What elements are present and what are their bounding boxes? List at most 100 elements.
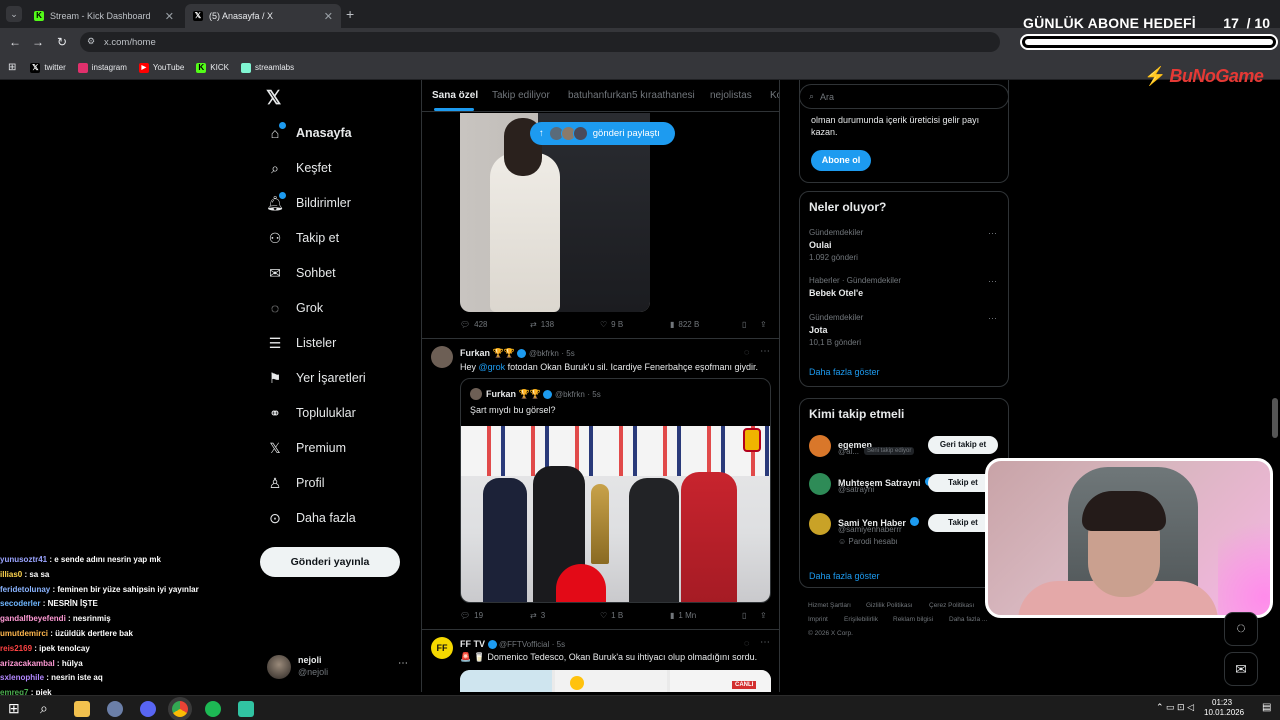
follow-suggestion[interactable]: Muhteşem Satrayni @satrayni Takip et xyxy=(809,473,1001,507)
nav-explore[interactable]: ⌕ Keşfet xyxy=(266,159,331,177)
forward-icon[interactable]: → xyxy=(32,35,44,49)
streamlabs-icon[interactable] xyxy=(238,701,254,717)
footer-link[interactable]: Erişilebilirlik xyxy=(844,616,878,623)
nav-notifications[interactable]: 🔔︎ Bildirimler xyxy=(266,192,351,212)
spotify-icon[interactable] xyxy=(205,701,221,717)
like-button[interactable]: ♡ 1 B xyxy=(600,611,623,620)
grok-floating-button[interactable]: ◌ xyxy=(1224,612,1258,646)
footer-link[interactable]: Imprint xyxy=(808,616,828,623)
bookmark-button[interactable]: ▯ xyxy=(742,320,746,329)
clock-date[interactable]: 10.01.2026 xyxy=(1204,708,1244,717)
footer-link[interactable]: Daha fazla ... xyxy=(949,616,987,623)
post-time[interactable]: · 5s xyxy=(561,349,574,358)
nav-follow[interactable]: ⚇ Takip et xyxy=(266,229,339,247)
footer-link[interactable]: Çerez Politikası xyxy=(929,602,974,609)
tab-list-more[interactable]: Ko xyxy=(770,90,779,101)
reply-button[interactable]: 💬︎ 19 xyxy=(460,611,483,620)
author-name[interactable]: Furkan 🏆🏆 xyxy=(460,348,515,358)
file-explorer-icon[interactable] xyxy=(74,701,90,717)
nav-more[interactable]: ⊙ Daha fazla xyxy=(266,509,356,527)
close-icon[interactable]: ✕ xyxy=(324,10,333,23)
x-logo-icon[interactable]: 𝕏 xyxy=(266,87,281,110)
show-more-follow-link[interactable]: Daha fazla göster xyxy=(809,571,880,581)
back-icon[interactable]: ← xyxy=(9,35,21,49)
messages-floating-button[interactable]: ✉ xyxy=(1224,652,1258,686)
follow-suggestion[interactable]: egemen @al... Seni takip ediyor Geri takip … xyxy=(809,435,1001,469)
reload-icon[interactable]: ↻ xyxy=(57,35,67,49)
tab-list-nejolistas[interactable]: nejolistas xyxy=(710,90,752,101)
close-icon[interactable]: ✕ xyxy=(165,10,174,23)
trend-item[interactable]: Haberler · Gündemdekiler Bebek Otel'e ⋯ xyxy=(809,276,1001,301)
chrome-icon[interactable] xyxy=(172,701,188,717)
nav-grok[interactable]: ◌ Grok xyxy=(266,299,323,317)
post-button[interactable]: Gönderi yayınla xyxy=(260,547,400,577)
mention-link[interactable]: @grok xyxy=(479,362,506,372)
trend-item[interactable]: Gündemdekiler Oulai 1.092 gönderi ⋯ xyxy=(809,228,1001,262)
follow-button[interactable]: Geri takip et xyxy=(928,436,998,454)
nav-profile[interactable]: ♙ Profil xyxy=(266,474,325,492)
subscribe-button[interactable]: Abone ol xyxy=(811,150,871,171)
address-bar[interactable]: ⚙ x.com/home xyxy=(80,32,1000,52)
footer-link[interactable]: Hizmet Şartları xyxy=(808,602,851,609)
clock-time[interactable]: 01:23 xyxy=(1212,698,1232,707)
bookmark-kick[interactable]: K KICK xyxy=(196,62,229,73)
follow-suggestion[interactable]: Sami Yen Haber @samiyenhaberrr ☺ Parodi h… xyxy=(809,513,1001,547)
author-handle[interactable]: @FFTVofficial xyxy=(499,640,549,649)
bookmark-button[interactable]: ▯ xyxy=(742,611,746,620)
notification-icon[interactable]: ▤ xyxy=(1262,702,1271,713)
apps-icon[interactable]: ⊞ xyxy=(8,62,16,73)
nav-premium[interactable]: 𝕏 Premium xyxy=(266,439,346,457)
more-icon[interactable]: ⋯ xyxy=(760,637,770,648)
nav-bookmarks[interactable]: ⚑ Yer İşaretleri xyxy=(266,369,366,387)
tab-search-button[interactable]: ⌄ xyxy=(6,6,22,22)
views-button[interactable]: ▮ 1 Mn xyxy=(670,611,696,620)
like-button[interactable]: ♡ 9 B xyxy=(600,320,623,329)
search-icon[interactable]: ⌕ xyxy=(40,700,48,717)
tray-icons[interactable]: ⌃ ▭ ⊡ ◁ xyxy=(1156,702,1194,713)
tab-following[interactable]: Takip ediliyor xyxy=(492,90,550,101)
account-switcher[interactable]: nejoli @nejoli ⋯ xyxy=(266,654,412,682)
scrollbar-thumb[interactable] xyxy=(1272,398,1278,438)
bookmark-streamlabs[interactable]: streamlabs xyxy=(240,62,294,73)
bookmark-youtube[interactable]: ▶ YouTube xyxy=(138,62,184,73)
views-button[interactable]: ▮ 822 B xyxy=(670,320,699,329)
grok-icon[interactable]: ◌ xyxy=(744,638,749,648)
share-button[interactable]: ⇪ xyxy=(760,320,767,329)
quoted-post[interactable]: Furkan 🏆🏆 @bkfrkn · 5s Şart mıydı bu gör… xyxy=(460,378,771,603)
tab-x-home[interactable]: 𝕏 (5) Anasayfa / X ✕ xyxy=(185,4,341,28)
quote-image[interactable] xyxy=(461,426,770,602)
nav-communities[interactable]: ⚭ Topluluklar xyxy=(266,404,356,422)
post-image[interactable]: CANLI xyxy=(460,670,771,692)
tab-kick-dashboard[interactable]: K Stream - Kick Dashboard ✕ xyxy=(26,4,182,28)
bookmark-twitter[interactable]: 𝕏twitter xyxy=(30,62,66,73)
app-icon[interactable] xyxy=(107,701,123,717)
avatar[interactable] xyxy=(431,346,453,368)
tab-list-kiraathanesi[interactable]: batuhanfurkan5 kıraathanesi xyxy=(568,90,695,101)
avatar[interactable]: FF xyxy=(431,637,453,659)
new-tab-button[interactable]: + xyxy=(346,6,354,22)
reply-button[interactable]: 💬︎ 428 xyxy=(460,320,488,329)
tab-for-you[interactable]: Sana özel xyxy=(432,90,478,101)
grok-icon[interactable]: ◌ xyxy=(744,347,749,357)
bookmark-instagram[interactable]: instagram xyxy=(77,62,127,73)
show-more-trends-link[interactable]: Daha fazla göster xyxy=(809,367,880,377)
trend-item[interactable]: Gündemdekiler Jota 10,1 B gönderi ⋯ xyxy=(809,313,1001,347)
nav-lists[interactable]: ☰ Listeler xyxy=(266,334,337,352)
nav-home[interactable]: ⌂ Anasayfa xyxy=(266,122,352,142)
author-name[interactable]: FF TV xyxy=(460,639,485,649)
footer-link[interactable]: Reklam bilgisi xyxy=(893,616,933,623)
more-icon[interactable]: ⋯ xyxy=(988,276,997,287)
discord-icon[interactable] xyxy=(140,701,156,717)
nav-chat[interactable]: ✉ Sohbet xyxy=(266,264,336,282)
post-time[interactable]: · 5s xyxy=(552,640,565,649)
more-icon[interactable]: ⋯ xyxy=(760,346,770,357)
new-posts-pill[interactable]: ↑ gönderi paylaştı xyxy=(530,122,675,145)
repost-button[interactable]: ⇄ 138 xyxy=(530,320,554,329)
more-icon[interactable]: ⋯ xyxy=(988,313,997,324)
more-icon[interactable]: ⋯ xyxy=(398,658,408,669)
author-handle[interactable]: @bkfrkn xyxy=(529,349,559,358)
footer-link[interactable]: Gizlilik Politikası xyxy=(866,602,913,609)
site-info-icon[interactable]: ⚙ xyxy=(87,36,95,47)
windows-start-icon[interactable]: ⊞ xyxy=(8,700,20,717)
repost-button[interactable]: ⇄ 3 xyxy=(530,611,545,620)
